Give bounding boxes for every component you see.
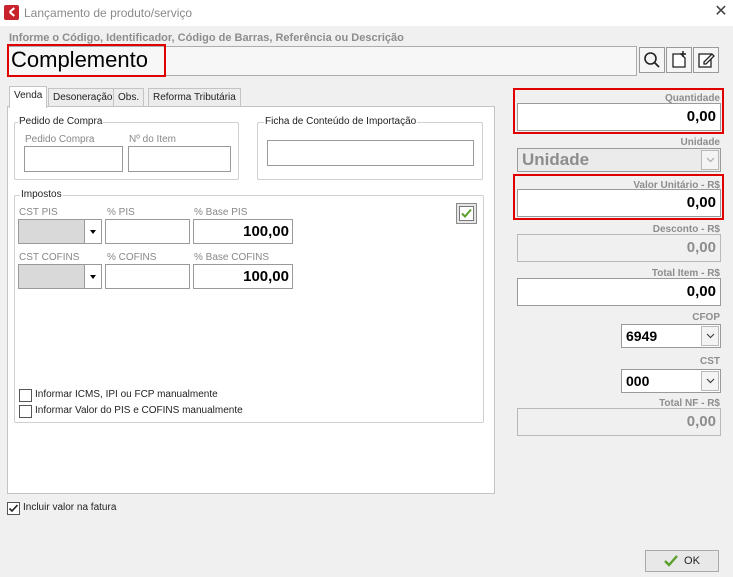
impostos-label: Impostos: [20, 189, 63, 200]
unidade-value: Unidade: [522, 150, 590, 169]
search-icon: [644, 52, 660, 68]
total-nf-input[interactable]: 0,00: [517, 408, 721, 436]
checkmark-icon: [664, 555, 678, 567]
cst-label: CST: [700, 356, 720, 367]
window-title: Lançamento de produto/serviço: [24, 6, 193, 20]
ok-button[interactable]: OK: [645, 550, 719, 572]
new-item-button[interactable]: [666, 47, 692, 73]
icms-manual-checkbox[interactable]: [19, 389, 32, 402]
tab-venda[interactable]: Venda: [9, 86, 48, 108]
pis-cofins-manual-checkbox[interactable]: [19, 405, 32, 418]
edit-icon: [698, 53, 715, 68]
ficha-importacao-input[interactable]: [267, 140, 474, 166]
cst-select[interactable]: 000: [621, 369, 721, 393]
icms-manual-label: Informar ICMS, IPI ou FCP manualmente: [35, 389, 218, 400]
cfop-select[interactable]: 6949: [621, 324, 721, 348]
search-button[interactable]: [639, 47, 665, 73]
pedido-compra-group-label: Pedido de Compra: [18, 116, 104, 127]
chevron-down-icon[interactable]: [84, 220, 101, 243]
valor-unitario-input[interactable]: 0,00: [517, 189, 721, 217]
numero-item-label: Nº do Item: [129, 134, 177, 145]
base-cofins-input[interactable]: 100,00: [193, 264, 293, 289]
chevron-down-icon[interactable]: [701, 150, 719, 170]
new-item-icon: [672, 51, 686, 68]
tab-desoneracao[interactable]: Desoneração: [48, 88, 118, 107]
chevron-down-icon[interactable]: [701, 326, 719, 346]
numero-item-input[interactable]: [128, 146, 231, 172]
cst-cofins-label: CST COFINS: [19, 252, 80, 263]
quantidade-input[interactable]: 0,00: [517, 103, 721, 131]
close-icon[interactable]: ✕: [712, 2, 730, 22]
base-pis-label: % Base PIS: [194, 207, 248, 218]
incluir-fatura-label: Incluir valor na fatura: [23, 502, 117, 513]
pct-cofins-input[interactable]: [105, 264, 190, 289]
cfop-value: 6949: [626, 328, 658, 344]
apply-taxes-button[interactable]: [456, 203, 477, 224]
checkmark-icon: [459, 206, 474, 221]
search-hint: Informe o Código, Identificador, Código …: [9, 32, 404, 44]
unidade-label: Unidade: [680, 137, 720, 148]
cst-cofins-select[interactable]: [18, 264, 102, 289]
pis-cofins-manual-label: Informar Valor do PIS e COFINS manualmen…: [35, 405, 243, 416]
cst-value: 000: [626, 373, 650, 389]
cst-pis-select[interactable]: [18, 219, 102, 244]
pedido-compra-input[interactable]: [24, 146, 123, 172]
total-item-input[interactable]: 0,00: [517, 278, 721, 306]
ficha-importacao-label: Ficha de Conteúdo de Importação: [264, 116, 418, 127]
search-highlight: [7, 44, 166, 77]
pct-pis-input[interactable]: [105, 219, 190, 244]
cfop-label: CFOP: [692, 312, 720, 323]
chevron-down-icon[interactable]: [84, 265, 101, 288]
pct-cofins-label: % COFINS: [107, 252, 157, 263]
incluir-fatura-checkbox[interactable]: [7, 502, 20, 515]
base-pis-input[interactable]: 100,00: [193, 219, 293, 244]
app-logo-icon: [4, 5, 19, 20]
desconto-input[interactable]: 0,00: [517, 234, 721, 262]
check-icon: [8, 504, 19, 513]
ok-button-label: OK: [684, 555, 700, 567]
pedido-compra-label: Pedido Compra: [25, 134, 95, 145]
pct-pis-label: % PIS: [107, 207, 135, 218]
edit-button[interactable]: [693, 47, 719, 73]
unidade-select[interactable]: Unidade: [517, 148, 721, 172]
chevron-down-icon[interactable]: [701, 371, 719, 391]
tab-reforma-tributaria[interactable]: Reforma Tributária: [148, 88, 241, 107]
cst-pis-label: CST PIS: [19, 207, 58, 218]
base-cofins-label: % Base COFINS: [194, 252, 270, 263]
tab-obs[interactable]: Obs.: [113, 88, 145, 107]
